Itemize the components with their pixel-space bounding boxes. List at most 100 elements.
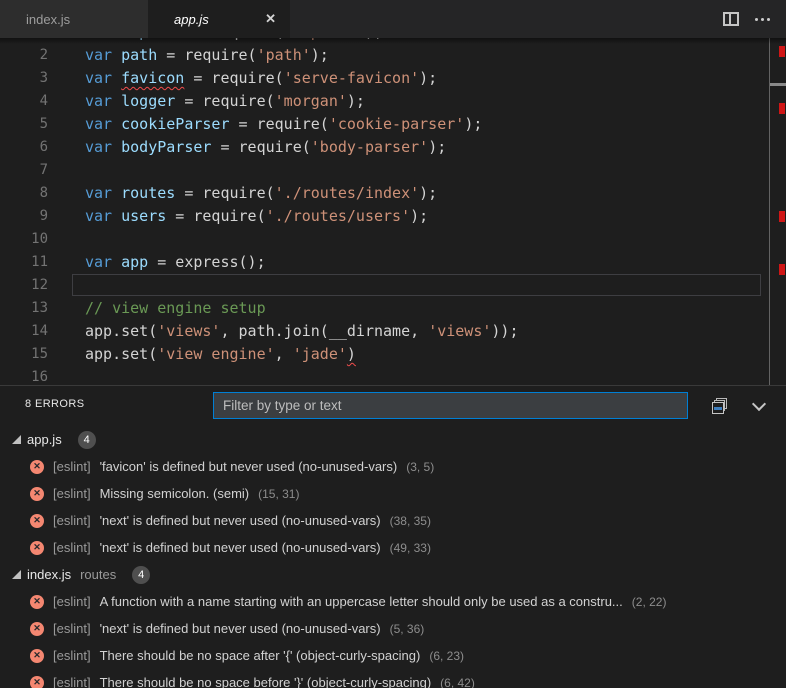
code-line[interactable]: 11var app = express(); (0, 251, 770, 274)
overview-ruler[interactable] (769, 38, 786, 385)
problem-count-badge: 4 (78, 431, 96, 449)
problem-position: (38, 35) (390, 514, 431, 528)
problem-message: A function with a name starting with an … (100, 594, 623, 609)
problem-message: There should be no space after '{' (obje… (100, 648, 421, 663)
code-line[interactable]: 10 (0, 228, 770, 251)
problem-source: [eslint] (53, 486, 91, 501)
tab-app-js[interactable]: app.js ✕ (148, 0, 290, 38)
tab-index-js[interactable]: index.js (0, 0, 148, 38)
error-overview-mark (779, 103, 785, 114)
code-line[interactable]: 3var favicon = require('serve-favicon'); (0, 67, 770, 90)
code-line[interactable]: 13// view engine setup (0, 297, 770, 320)
code-line[interactable]: 9var users = require('./routes/users'); (0, 205, 770, 228)
error-icon (30, 460, 44, 474)
error-icon (30, 595, 44, 609)
cursor-overview-mark (770, 83, 786, 86)
code-editor[interactable]: 1var express = require('express');2var p… (0, 38, 786, 385)
problem-source: [eslint] (53, 621, 91, 636)
problems-filter-input[interactable] (213, 392, 688, 419)
code-line[interactable]: 16 (0, 366, 770, 385)
problem-group-row[interactable]: app.js 4 (0, 426, 786, 453)
problem-row[interactable]: [eslint] 'next' is defined but never used… (0, 534, 786, 561)
problem-position: (5, 36) (390, 622, 425, 636)
problem-position: (6, 42) (440, 676, 475, 688)
group-file-path: routes (80, 567, 116, 582)
error-icon (30, 514, 44, 528)
editor-actions (723, 0, 786, 38)
problem-source: [eslint] (53, 675, 91, 688)
problem-group-row[interactable]: index.js routes 4 (0, 561, 786, 588)
code-line[interactable]: 4var logger = require('morgan'); (0, 90, 770, 113)
code-line[interactable]: 7 (0, 159, 770, 182)
group-file-name: app.js (27, 432, 62, 447)
problem-row[interactable]: [eslint]There should be no space before … (0, 669, 786, 688)
line-number: 7 (0, 159, 48, 182)
line-number: 14 (0, 320, 48, 343)
error-overview-mark (779, 264, 785, 275)
split-editor-icon[interactable] (723, 12, 739, 26)
problem-source: [eslint] (53, 540, 91, 555)
code-line[interactable]: 2var path = require('path'); (0, 44, 770, 67)
group-file-name: index.js (27, 567, 71, 582)
line-number: 5 (0, 113, 48, 136)
code-lines: 1var express = require('express');2var p… (0, 38, 770, 385)
line-number: 10 (0, 228, 48, 251)
line-number: 8 (0, 182, 48, 205)
problems-panel: 8 ERRORS app.js 4 [eslint] 'favicon' is def… (0, 385, 786, 688)
code-line[interactable]: 12 (0, 274, 770, 297)
line-number: 15 (0, 343, 48, 366)
vscode-window: index.js app.js ✕ 1var express = require… (0, 0, 786, 688)
line-number: 4 (0, 90, 48, 113)
problem-source: [eslint] (53, 648, 91, 663)
problem-message: 'favicon' is defined but never used (no-… (100, 459, 398, 474)
problem-row[interactable]: [eslint] Missing semicolon. (semi) (15, 31… (0, 480, 786, 507)
current-line-highlight (72, 274, 761, 296)
problem-source: [eslint] (53, 594, 91, 609)
problem-position: (49, 33) (390, 541, 431, 555)
problem-position: (15, 31) (258, 487, 299, 501)
twisty-expanded-icon[interactable] (12, 435, 21, 444)
problem-position: (3, 5) (406, 460, 434, 474)
problem-row[interactable]: [eslint] 'favicon' is defined but never u… (0, 453, 786, 480)
ruler-border (769, 38, 770, 385)
line-number: 2 (0, 44, 48, 67)
line-number: 12 (0, 274, 48, 297)
error-icon (30, 541, 44, 555)
chevron-down-icon[interactable] (752, 397, 766, 411)
problem-row[interactable]: [eslint] There should be no space after '… (0, 642, 786, 669)
problems-panel-header: 8 ERRORS (0, 386, 786, 426)
line-number: 16 (0, 366, 48, 385)
collapse-all-icon[interactable] (711, 397, 729, 415)
problem-count-badge: 4 (132, 566, 150, 584)
error-overview-mark (779, 46, 785, 57)
problem-source: [eslint] (53, 513, 91, 528)
problem-row[interactable]: [eslint] A function with a name starting … (0, 588, 786, 615)
problem-message: Missing semicolon. (semi) (100, 486, 250, 501)
twisty-expanded-icon[interactable] (12, 570, 21, 579)
error-icon (30, 622, 44, 636)
error-count-label: 8 ERRORS (25, 398, 84, 410)
tab-label: app.js (174, 12, 209, 27)
problem-row[interactable]: [eslint] 'next' is defined but never used… (0, 507, 786, 534)
code-line[interactable]: 8var routes = require('./routes/index'); (0, 182, 770, 205)
problem-position: (2, 22) (632, 595, 667, 609)
problems-tree: app.js 4 [eslint] 'favicon' is defined but … (0, 426, 786, 688)
more-actions-icon[interactable] (755, 18, 770, 21)
problem-source: [eslint] (53, 459, 91, 474)
line-number: 6 (0, 136, 48, 159)
tab-label: index.js (26, 12, 70, 27)
problem-row[interactable]: [eslint] 'next' is defined but never used… (0, 615, 786, 642)
close-icon[interactable]: ✕ (265, 11, 276, 27)
code-line[interactable]: 5var cookieParser = require('cookie-pars… (0, 113, 770, 136)
code-line[interactable]: 6var bodyParser = require('body-parser')… (0, 136, 770, 159)
problem-message: 'next' is defined but never used (no-unu… (100, 540, 381, 555)
code-line[interactable]: 14app.set('views', path.join(__dirname, … (0, 320, 770, 343)
error-icon (30, 649, 44, 663)
problem-message: 'next' is defined but never used (no-unu… (100, 621, 381, 636)
error-icon (30, 487, 44, 501)
line-number: 13 (0, 297, 48, 320)
problem-message: 'next' is defined but never used (no-unu… (100, 513, 381, 528)
error-overview-mark (779, 211, 785, 222)
line-number: 3 (0, 67, 48, 90)
code-line[interactable]: 15app.set('view engine', 'jade') (0, 343, 770, 366)
